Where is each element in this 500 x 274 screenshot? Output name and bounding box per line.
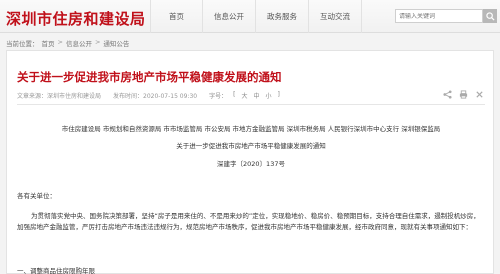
article-meta: 文章来源：深圳市住房和建设局 发布时间：2020-07-15 09:30 字号：… xyxy=(17,91,280,100)
search-icon xyxy=(485,11,495,21)
site-title[interactable]: 深圳市住房和建设局 xyxy=(6,8,146,29)
document-subtitle: 关于进一步促进我市房地产市场平稳健康发展的通知 xyxy=(176,142,326,150)
article-date: 发布时间：2020-07-15 09:30 xyxy=(113,93,198,100)
breadcrumb: 当前位置： 首页 > 信息公开 > 通知公告 xyxy=(6,38,129,48)
search-box xyxy=(395,9,483,23)
search-input[interactable] xyxy=(399,12,473,20)
body-paragraph: 为贯彻落实党中央、国务院决策部署，坚持“房子是用来住的、不是用来炒的”定位，实现… xyxy=(17,212,480,231)
section-heading: 一、调整商品住房限购年限 xyxy=(17,267,95,274)
article-panel: 关于进一步促进我市房地产市场平稳健康发展的通知 文章来源：深圳市住房和建设局 发… xyxy=(6,50,494,274)
font-size-label: 字号： xyxy=(209,93,228,100)
breadcrumb-label: 当前位置： xyxy=(6,40,39,48)
breadcrumb-info[interactable]: 信息公开 xyxy=(66,38,92,48)
salutation: 各有关单位： xyxy=(17,192,56,200)
site-header: 深圳市住房和建设局 首页 信息公开 政务服务 互动交流 xyxy=(0,0,500,33)
breadcrumb-separator: > xyxy=(57,38,63,46)
close-icon[interactable] xyxy=(474,89,485,100)
print-icon[interactable] xyxy=(458,89,469,100)
font-size-medium[interactable]: 中 xyxy=(253,91,259,100)
nav-info-disclosure[interactable]: 信息公开 xyxy=(203,0,256,33)
main-nav: 首页 信息公开 政务服务 互动交流 xyxy=(150,0,362,33)
nav-interaction[interactable]: 互动交流 xyxy=(309,0,362,33)
breadcrumb-home[interactable]: 首页 xyxy=(42,38,55,48)
article-source: 文章来源：深圳市住房和建设局 xyxy=(17,93,102,100)
font-size-large[interactable]: 大 xyxy=(241,91,247,100)
nav-government-services[interactable]: 政务服务 xyxy=(256,0,309,33)
search-button[interactable] xyxy=(483,9,497,23)
article-title: 关于进一步促进我市房地产市场平稳健康发展的通知 xyxy=(17,70,282,84)
breadcrumb-separator: > xyxy=(94,38,101,46)
document-number: 深建字〔2020〕137号 xyxy=(217,160,285,168)
font-size-control: 字号： [ 大 中 小 ] xyxy=(209,91,280,100)
issuing-agencies: 市住房建设局 市规划和自然资源局 市市场监管局 市公安局 市地方金融监管局 深圳… xyxy=(61,125,441,133)
article-tools xyxy=(442,89,485,100)
nav-home[interactable]: 首页 xyxy=(150,0,203,33)
font-size-small[interactable]: 小 xyxy=(265,91,271,100)
breadcrumb-notices[interactable]: 通知公告 xyxy=(103,38,129,48)
divider xyxy=(17,104,485,105)
share-icon[interactable] xyxy=(442,89,453,100)
